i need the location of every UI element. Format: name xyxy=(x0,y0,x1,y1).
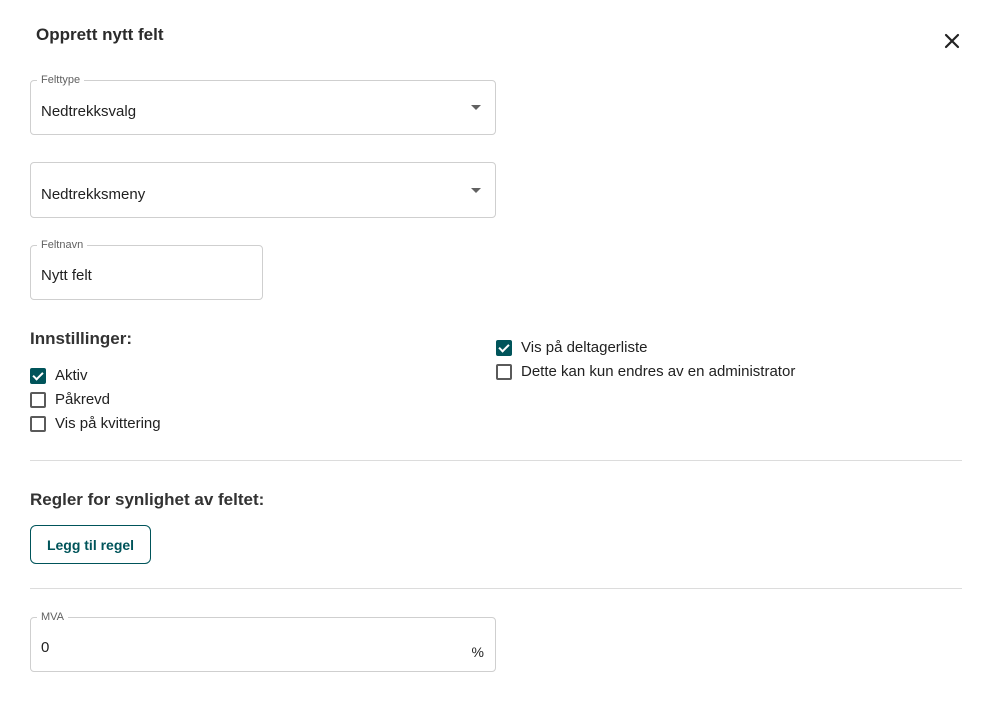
checkbox-vis-pa-kvittering[interactable]: Vis på kvittering xyxy=(30,414,161,434)
settings-heading: Innstillinger: xyxy=(30,329,132,348)
dialog-title: Opprett nytt felt xyxy=(36,25,164,44)
field-type-select[interactable]: Felttype Nedtrekksvalg xyxy=(30,73,496,135)
vat-value: 0 xyxy=(41,639,50,656)
field-name-input[interactable]: Feltnavn Nytt felt xyxy=(30,238,263,300)
checkbox-checked-icon[interactable] xyxy=(30,368,46,384)
checkbox-label: Vis på kvittering xyxy=(55,415,161,432)
field-name-value: Nytt felt xyxy=(41,267,92,284)
checkbox-admin-only[interactable]: Dette kan kun endres av en administrator xyxy=(496,362,795,382)
checkbox-unchecked-icon[interactable] xyxy=(30,416,46,432)
divider xyxy=(30,460,962,461)
chevron-down-icon xyxy=(471,188,481,193)
checkbox-label: Vis på deltagerliste xyxy=(521,339,648,356)
field-type-value: Nedtrekksvalg xyxy=(41,103,137,120)
dropdown-style-select[interactable]: Nedtrekksmeny xyxy=(30,162,496,218)
checkbox-vis-pa-deltagerliste[interactable]: Vis på deltagerliste xyxy=(496,338,647,358)
checkbox-checked-icon[interactable] xyxy=(496,340,512,356)
checkbox-aktiv[interactable]: Aktiv xyxy=(30,366,88,386)
visibility-rules-heading: Regler for synlighet av feltet: xyxy=(30,490,265,509)
checkbox-unchecked-icon[interactable] xyxy=(496,364,512,380)
vat-label: MVA xyxy=(37,610,69,624)
add-rule-button[interactable]: Legg til regel xyxy=(30,525,151,564)
checkbox-label: Påkrevd xyxy=(55,391,111,408)
close-icon[interactable] xyxy=(940,29,964,53)
divider xyxy=(30,588,962,589)
vat-input[interactable]: MVA 0 % xyxy=(30,610,496,672)
checkbox-label: Aktiv xyxy=(55,367,88,384)
field-name-label: Feltnavn xyxy=(37,238,88,252)
checkbox-unchecked-icon[interactable] xyxy=(30,392,46,408)
chevron-down-icon xyxy=(471,105,481,110)
checkbox-label: Dette kan kun endres av en administrator xyxy=(521,363,796,380)
checkbox-pakrevd[interactable]: Påkrevd xyxy=(30,390,110,410)
dropdown-style-value: Nedtrekksmeny xyxy=(41,186,146,203)
field-type-label: Felttype xyxy=(37,73,85,87)
percent-suffix: % xyxy=(471,644,484,660)
